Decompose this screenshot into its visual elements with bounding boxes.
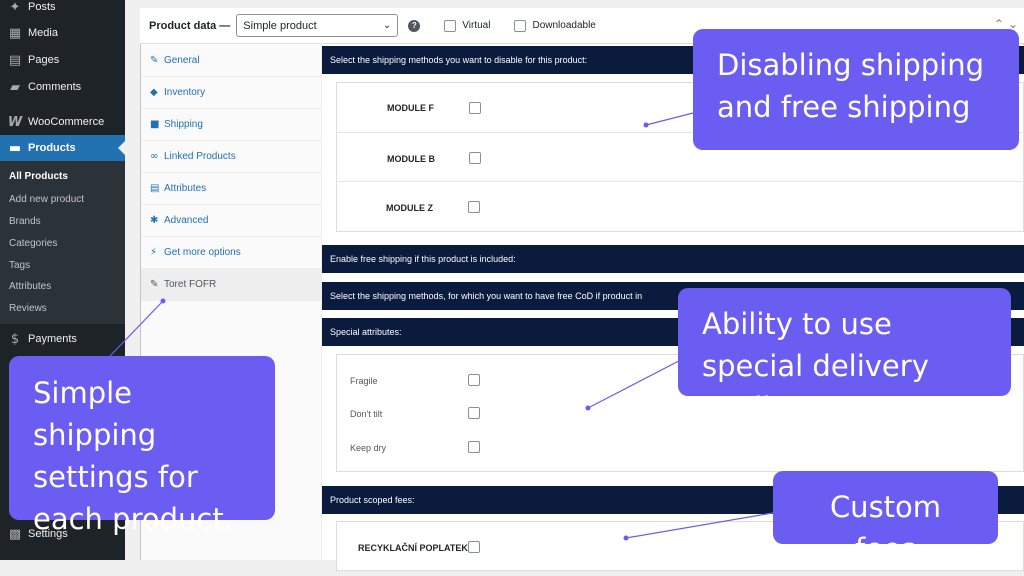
menu-products[interactable]: ▬ Products bbox=[0, 135, 125, 161]
submenu-categories[interactable]: Categories bbox=[9, 238, 57, 249]
callout-special-attributes: Ability to use special delivery attribut… bbox=[678, 288, 1011, 425]
virtual-checkbox[interactable]: Virtual bbox=[444, 19, 491, 32]
tab-attributes[interactable]: ▤ Attributes bbox=[141, 173, 322, 205]
submenu-tags[interactable]: Tags bbox=[9, 260, 30, 271]
virtual-checkbox-box[interactable] bbox=[444, 19, 457, 32]
submenu-add-new-product[interactable]: Add new product bbox=[9, 194, 84, 205]
wrench-icon: ✎ bbox=[150, 55, 159, 66]
wrench-icon: ✎ bbox=[150, 279, 159, 290]
menu-woocommerce-label: WooCommerce bbox=[28, 116, 105, 128]
chevron-down-icon: ⌄ bbox=[382, 20, 392, 31]
pin-icon: ✦ bbox=[9, 0, 21, 15]
menu-woocommerce[interactable]: W WooCommerce bbox=[0, 109, 125, 135]
tab-inventory[interactable]: ◆ Inventory bbox=[141, 77, 322, 109]
module-f-checkbox[interactable] bbox=[469, 102, 481, 114]
tab-shipping[interactable]: ■ Shipping bbox=[141, 109, 322, 141]
list-icon: ▤ bbox=[150, 183, 160, 194]
callout-disabling-shipping: Disabling shipping and free shipping bbox=[693, 29, 1019, 150]
menu-pages[interactable]: ▤ Pages bbox=[0, 47, 125, 73]
tab-toret-fofr-label: Toret FOFR bbox=[164, 279, 217, 290]
attr-dont-tilt-label: Don't tilt bbox=[350, 409, 383, 419]
tab-toret-fofr[interactable]: ✎ Toret FOFR bbox=[141, 269, 322, 301]
attr-keep-dry-checkbox[interactable] bbox=[468, 441, 480, 453]
module-f-label: MODULE F bbox=[387, 103, 434, 113]
module-b-label: MODULE B bbox=[387, 154, 435, 164]
attr-fragile-checkbox[interactable] bbox=[468, 374, 480, 386]
media-icon: ▦ bbox=[8, 25, 22, 41]
tab-advanced[interactable]: ✱ Advanced bbox=[141, 205, 322, 237]
help-icon[interactable]: ? bbox=[408, 19, 421, 32]
menu-media-label: Media bbox=[28, 27, 58, 39]
module-z-checkbox[interactable] bbox=[468, 201, 480, 213]
tab-general[interactable]: ✎ General bbox=[141, 45, 322, 77]
submenu-all-products[interactable]: All Products bbox=[9, 171, 68, 182]
menu-media[interactable]: ▦ Media bbox=[0, 20, 125, 46]
menu-payments[interactable]: $ Payments bbox=[0, 326, 125, 352]
settings-icon: ▩ bbox=[8, 526, 22, 542]
tab-get-more-options[interactable]: ⚡ Get more options bbox=[141, 237, 322, 269]
fee-recyklacni-label: RECYKLAČNÍ POPLATEK bbox=[358, 543, 468, 553]
product-data-title: Product data — bbox=[149, 19, 231, 32]
tab-attributes-label: Attributes bbox=[164, 183, 207, 194]
downloadable-checkbox-box[interactable] bbox=[514, 19, 527, 32]
tab-linked-products-label: Linked Products bbox=[164, 151, 236, 162]
link-icon: ∞ bbox=[150, 151, 159, 162]
fee-recyklacni-checkbox[interactable] bbox=[468, 541, 480, 553]
gear-icon: ✱ bbox=[150, 215, 159, 226]
menu-pages-label: Pages bbox=[28, 54, 60, 66]
products-submenu: All Products Add new product Brands Cate… bbox=[0, 161, 125, 324]
callout-custom-fees: Custom fees bbox=[773, 471, 998, 566]
menu-comments-label: Comments bbox=[28, 81, 82, 93]
section-free-shipping: Enable free shipping if this product is … bbox=[322, 245, 1024, 273]
tab-inventory-label: Inventory bbox=[164, 87, 206, 98]
menu-posts[interactable]: ✦ Posts bbox=[0, 0, 125, 20]
plug-icon: ⚡ bbox=[150, 247, 158, 258]
callout-simple-settings: Simple shipping settings for each produc… bbox=[9, 356, 275, 536]
tab-advanced-label: Advanced bbox=[164, 215, 209, 226]
menu-payments-label: Payments bbox=[28, 333, 77, 345]
tab-get-more-options-label: Get more options bbox=[164, 247, 241, 258]
products-icon: ▬ bbox=[8, 140, 22, 156]
menu-comments[interactable]: ▰ Comments bbox=[0, 74, 125, 100]
attr-fragile-label: Fragile bbox=[350, 376, 378, 386]
payments-icon: $ bbox=[10, 331, 20, 347]
truck-icon: ■ bbox=[150, 119, 160, 130]
tab-shipping-label: Shipping bbox=[164, 119, 203, 130]
menu-posts-label: Posts bbox=[28, 1, 56, 13]
submenu-reviews[interactable]: Reviews bbox=[9, 303, 47, 314]
submenu-brands[interactable]: Brands bbox=[9, 216, 41, 227]
product-type-select[interactable]: Simple product ⌄ bbox=[236, 14, 399, 37]
module-z-label: MODULE Z bbox=[386, 203, 433, 213]
submenu-attributes[interactable]: Attributes bbox=[9, 281, 51, 292]
tag-icon: ◆ bbox=[150, 87, 158, 98]
pages-icon: ▤ bbox=[8, 52, 22, 68]
row-divider bbox=[336, 181, 1024, 182]
module-b-checkbox[interactable] bbox=[469, 152, 481, 164]
downloadable-label: Downloadable bbox=[532, 20, 596, 31]
menu-products-label: Products bbox=[28, 142, 76, 154]
downloadable-checkbox[interactable]: Downloadable bbox=[514, 19, 596, 32]
woocommerce-icon: W bbox=[7, 114, 23, 130]
virtual-label: Virtual bbox=[462, 20, 491, 31]
attr-keep-dry-label: Keep dry bbox=[350, 443, 387, 453]
tab-linked-products[interactable]: ∞ Linked Products bbox=[141, 141, 322, 173]
comments-icon: ▰ bbox=[10, 79, 20, 95]
attr-dont-tilt-checkbox[interactable] bbox=[468, 407, 480, 419]
product-type-value: Simple product bbox=[243, 19, 317, 32]
tab-general-label: General bbox=[164, 55, 200, 66]
